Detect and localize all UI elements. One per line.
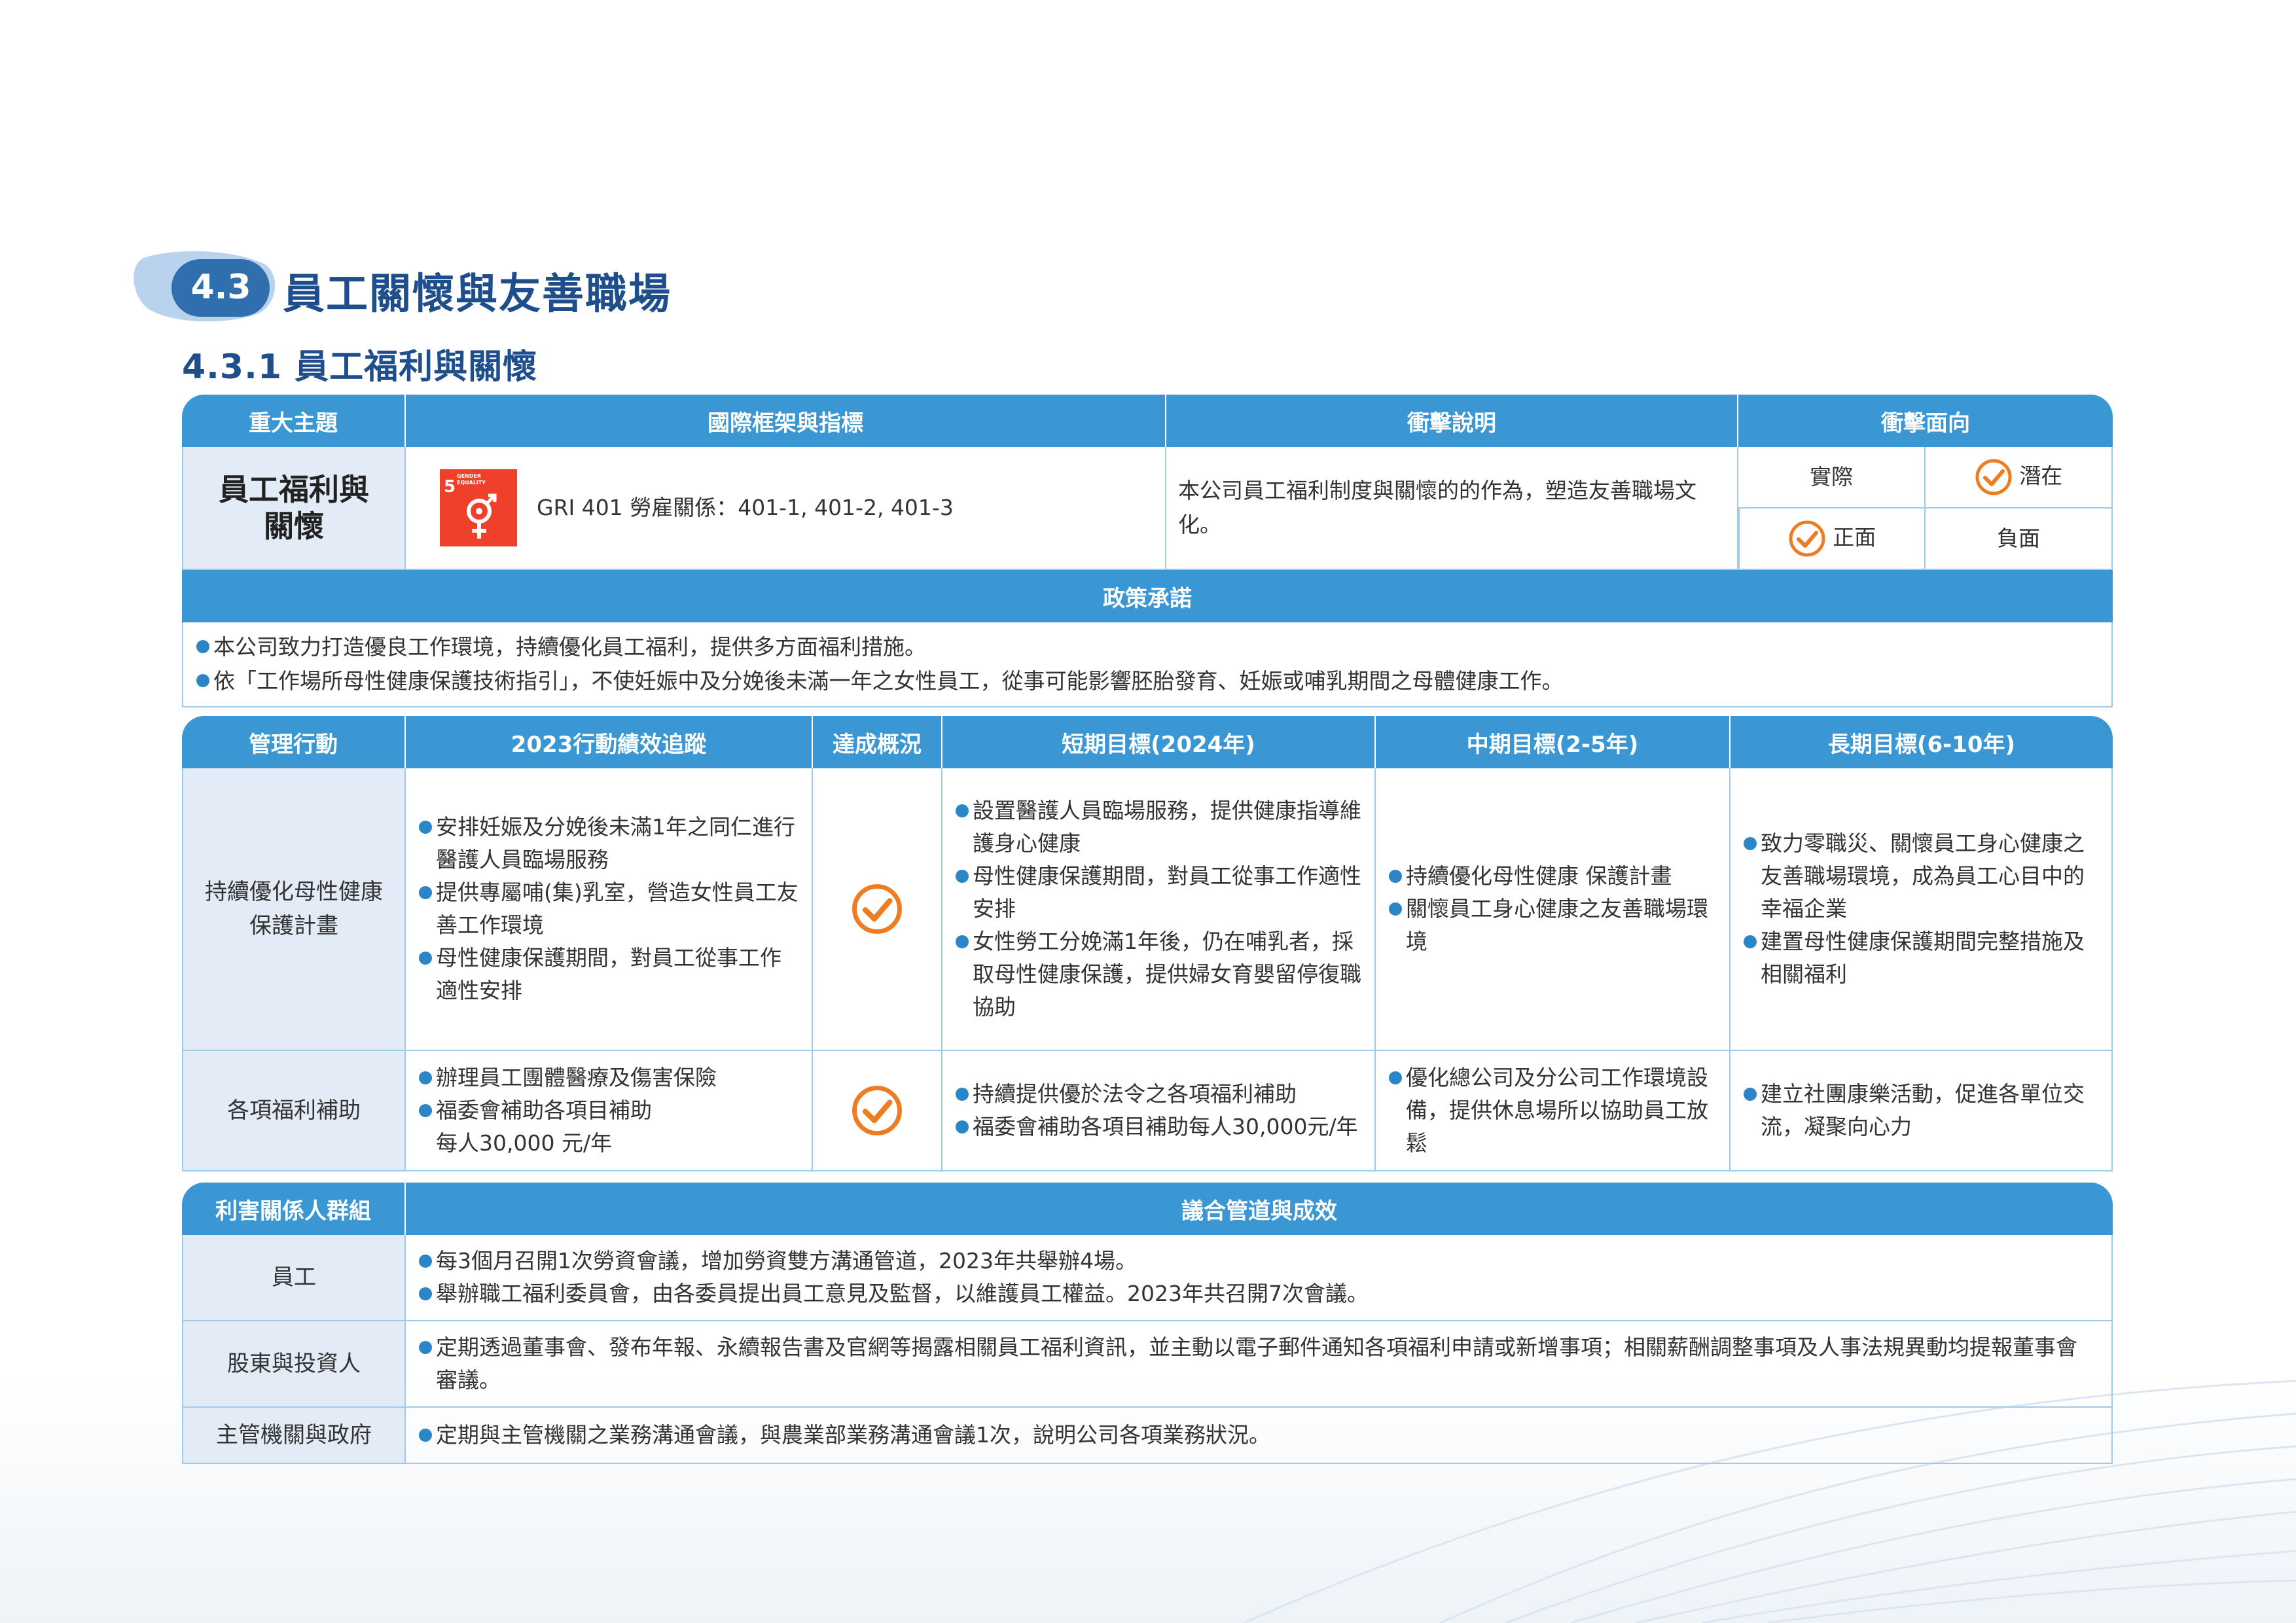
header-action: 管理行動 (182, 716, 406, 768)
list-item: 建置母性健康保護期間完整措施及相關福利 (1744, 925, 2101, 991)
achieved-cell (813, 768, 942, 1051)
check-circle-icon (1789, 520, 1825, 557)
management-action-table: 管理行動 2023行動績效追蹤 達成概況 短期目標(2024年) 中期目標(2-… (182, 716, 2113, 1171)
aspect-negative: 負面 (1926, 508, 2113, 570)
list-item: 持續優化母性健康 保護計畫 (1389, 860, 1719, 893)
section-title: 員工關懷與友善職場 (283, 270, 672, 319)
aspect-actual: 實際 (1738, 447, 1926, 508)
tracking-cell: 安排妊娠及分娩後未滿1年之同仁進行醫護人員臨場服務 提供專屬哺(集)乳室，營造女… (406, 768, 813, 1051)
stakeholder-table: 利害關係人群組 議合管道與成效 員工 每3個月召開1次勞資會議，增加勞資雙方溝通… (182, 1183, 2113, 1464)
header-impact-aspect: 衝擊面向 (1738, 395, 2113, 447)
check-circle-icon (852, 1086, 902, 1135)
list-item: 女性勞工分娩滿1年後，仍在哺乳者，採取母性健康保護，提供婦女育嬰留停復職協助 (956, 925, 1364, 1024)
gender-equality-icon (467, 493, 497, 539)
framework-text: GRI 401 勞雇關係：401-1, 401-2, 401-3 (537, 495, 954, 520)
aspect-positive-label: 正面 (1833, 524, 1876, 550)
list-item: 舉辦職工福利委員會，由各委員提出員工意見及監督，以維護員工權益。2023年共召開… (419, 1277, 2098, 1310)
aspect-negative-label: 負面 (1997, 526, 2040, 551)
mid-term-cell: 優化總公司及分公司工作環境設備，提供休息場所以協助員工放鬆 (1376, 1051, 1731, 1171)
long-term-cell: 建立社團康樂活動，促進各單位交流，凝聚向心力 (1731, 1051, 2113, 1171)
sdg-number: 5 (444, 477, 456, 497)
list-item: 定期與主管機關之業務溝通會議，與農業部業務溝通會議1次，說明公司各項業務狀況。 (419, 1419, 2098, 1452)
header-long-term: 長期目標(6-10年) (1731, 716, 2113, 768)
list-item: 持續提供優於法令之各項福利補助 (956, 1078, 1364, 1111)
check-circle-icon (852, 884, 902, 934)
list-item: 母性健康保護期間，對員工從事工作適性安排 (419, 942, 801, 1007)
list-item: 定期透過董事會、發布年報、永續報告書及官網等揭露相關員工福利資訊，並主動以電子郵… (419, 1331, 2098, 1397)
tracking-cell: 辦理員工團體醫療及傷害保險 福委會補助各項目補助 每人30,000 元/年 (406, 1051, 813, 1171)
header-framework: 國際框架與指標 (406, 395, 1166, 447)
action-name: 各項福利補助 (182, 1051, 406, 1171)
subsection-title: 4.3.1 員工福利與關懷 (182, 348, 538, 387)
impact-description: 本公司員工福利制度與關懷的的作為，塑造友善職場文化。 (1166, 447, 1738, 570)
list-item: 每3個月召開1次勞資會議，增加勞資雙方溝通管道，2023年共舉辦4場。 (419, 1245, 2098, 1277)
check-circle-icon (1975, 459, 2012, 495)
short-term-cell: 設置醫護人員臨場服務，提供健康指導維護身心健康 母性健康保護期間，對員工從事工作… (942, 768, 1376, 1051)
list-item: 福委會補助各項目補助 每人30,000 元/年 (419, 1094, 801, 1160)
stakeholder-group: 主管機關與政府 (182, 1408, 406, 1464)
material-topic-table: 重大主題 國際框架與指標 衝擊說明 衝擊面向 員工福利與 關懷 5 GENDER… (182, 395, 2113, 707)
material-topic-name: 員工福利與 關懷 (182, 447, 406, 570)
policy-body: 本公司致力打造優良工作環境，持續優化員工福利，提供多方面福利措施。 依「工作場所… (182, 622, 2113, 707)
header-impact-description: 衝擊說明 (1166, 395, 1738, 447)
list-item: 母性健康保護期間，對員工從事工作適性安排 (956, 860, 1364, 925)
aspect-positive: 正面 (1738, 508, 1926, 570)
stakeholder-group: 員工 (182, 1235, 406, 1321)
header-material-topic: 重大主題 (182, 395, 406, 447)
mid-term-cell: 持續優化母性健康 保護計畫 關懷員工身心健康之友善職場環境 (1376, 768, 1731, 1051)
list-item: 安排妊娠及分娩後未滿1年之同仁進行醫護人員臨場服務 (419, 811, 801, 876)
aspect-potential: 潛在 (1926, 447, 2113, 508)
header-tracking: 2023行動績效追蹤 (406, 716, 813, 768)
policy-item: 本公司致力打造優良工作環境，持續優化員工福利，提供多方面福利措施。 (196, 630, 2098, 664)
header-mid-term: 中期目標(2-5年) (1376, 716, 1731, 768)
list-item: 設置醫護人員臨場服務，提供健康指導維護身心健康 (956, 794, 1364, 860)
engagement-cell: 定期與主管機關之業務溝通會議，與農業部業務溝通會議1次，說明公司各項業務狀況。 (406, 1408, 2113, 1464)
header-stakeholder-group: 利害關係人群組 (182, 1183, 406, 1235)
long-term-cell: 致力零職災、關懷員工身心健康之友善職場環境，成為員工心目中的幸福企業 建置母性健… (1731, 768, 2113, 1051)
header-engagement: 議合管道與成效 (406, 1183, 2113, 1235)
aspect-actual-label: 實際 (1810, 464, 1853, 490)
list-item: 辦理員工團體醫療及傷害保險 (419, 1061, 801, 1094)
aspect-potential-label: 潛在 (2019, 463, 2063, 489)
achieved-cell (813, 1051, 942, 1171)
section-heading: 4.3 員工關懷與友善職場 (131, 251, 1047, 330)
framework-cell: 5 GENDER EQUALITY GRI 401 勞雇關係：401-1, 40… (406, 447, 1166, 570)
short-term-cell: 持續提供優於法令之各項福利補助 福委會補助各項目補助每人30,000元/年 (942, 1051, 1376, 1171)
policy-header: 政策承諾 (182, 570, 2113, 622)
header-short-term: 短期目標(2024年) (942, 716, 1376, 768)
engagement-cell: 定期透過董事會、發布年報、永續報告書及官網等揭露相關員工福利資訊，並主動以電子郵… (406, 1321, 2113, 1408)
header-achieved: 達成概況 (813, 716, 942, 768)
list-item: 致力零職災、關懷員工身心健康之友善職場環境，成為員工心目中的幸福企業 (1744, 827, 2101, 925)
list-item: 關懷員工身心健康之友善職場環境 (1389, 893, 1719, 958)
policy-item: 依「工作場所母性健康保護技術指引」，不使妊娠中及分娩後未滿一年之女性員工，從事可… (196, 664, 2098, 698)
section-number: 4.3 (190, 268, 251, 307)
sdg-5-badge: 5 GENDER EQUALITY (440, 469, 517, 546)
list-item: 建立社團康樂活動，促進各單位交流，凝聚向心力 (1744, 1078, 2101, 1143)
list-item: 福委會補助各項目補助每人30,000元/年 (956, 1111, 1364, 1143)
stakeholder-group: 股東與投資人 (182, 1321, 406, 1408)
list-item: 優化總公司及分公司工作環境設備，提供休息場所以協助員工放鬆 (1389, 1061, 1719, 1160)
sdg-label: GENDER EQUALITY (457, 473, 486, 486)
action-name: 持續優化母性健康 保護計畫 (182, 768, 406, 1051)
engagement-cell: 每3個月召開1次勞資會議，增加勞資雙方溝通管道，2023年共舉辦4場。 舉辦職工… (406, 1235, 2113, 1321)
list-item: 提供專屬哺(集)乳室，營造女性員工友善工作環境 (419, 876, 801, 942)
